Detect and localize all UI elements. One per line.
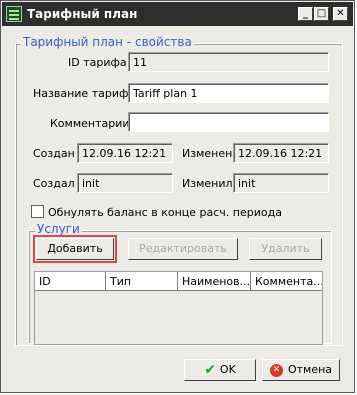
cancel-label: Отмена [287, 363, 333, 376]
column-header-name[interactable]: Наименов... [178, 272, 251, 291]
modified-label: Изменен [182, 147, 233, 160]
app-table-icon [6, 6, 22, 22]
cancel-button[interactable]: ✕ Отмена [262, 359, 340, 381]
ok-label: OK [219, 363, 236, 376]
reset-balance-checkbox[interactable] [31, 205, 44, 218]
created-field: 12.09.16 12:21 [77, 143, 173, 163]
close-button[interactable]: ✕ [333, 7, 348, 21]
name-label: Название тарифа [33, 87, 136, 100]
comments-label: Комментарии [50, 117, 130, 130]
reset-balance-label: Обнулять баланс в конце расч. периода [48, 206, 282, 219]
window-title: Тарифный план [27, 7, 138, 21]
cancel-icon: ✕ [269, 363, 283, 377]
add-service-button[interactable]: Добавить [33, 235, 117, 263]
modifier-label: Изменил [182, 177, 233, 190]
created-label: Создан [33, 147, 75, 160]
title-bar[interactable]: Тарифный план _ □ ✕ [2, 2, 353, 26]
id-label: ID тарифа [68, 56, 127, 69]
name-input[interactable]: Tariff plan 1 [128, 83, 329, 103]
dialog-window: Тарифный план _ □ ✕ Тарифный план - свой… [0, 0, 355, 393]
services-table[interactable]: ID Тип Наименов... Коммента... [34, 271, 323, 345]
modifier-field: init [233, 173, 329, 193]
ok-button[interactable]: ✔ OK [184, 359, 256, 381]
comments-input[interactable] [128, 112, 329, 132]
id-field: 11 [128, 52, 329, 72]
column-header-id[interactable]: ID [35, 272, 106, 291]
creator-field: init [77, 173, 173, 193]
edit-service-button[interactable]: Редактировать [128, 238, 238, 260]
minimize-button[interactable]: _ [298, 7, 313, 21]
column-header-type[interactable]: Тип [106, 272, 178, 291]
creator-label: Создал [33, 177, 75, 190]
delete-service-button[interactable]: Удалить [249, 238, 322, 260]
properties-legend: Тарифный план - свойства [21, 35, 194, 49]
column-header-comment[interactable]: Коммента... [251, 272, 322, 291]
maximize-button[interactable]: □ [314, 7, 329, 21]
services-legend: Услуги [35, 222, 82, 236]
check-icon: ✔ [204, 362, 216, 378]
modified-field: 12.09.16 12:21 [233, 143, 329, 163]
